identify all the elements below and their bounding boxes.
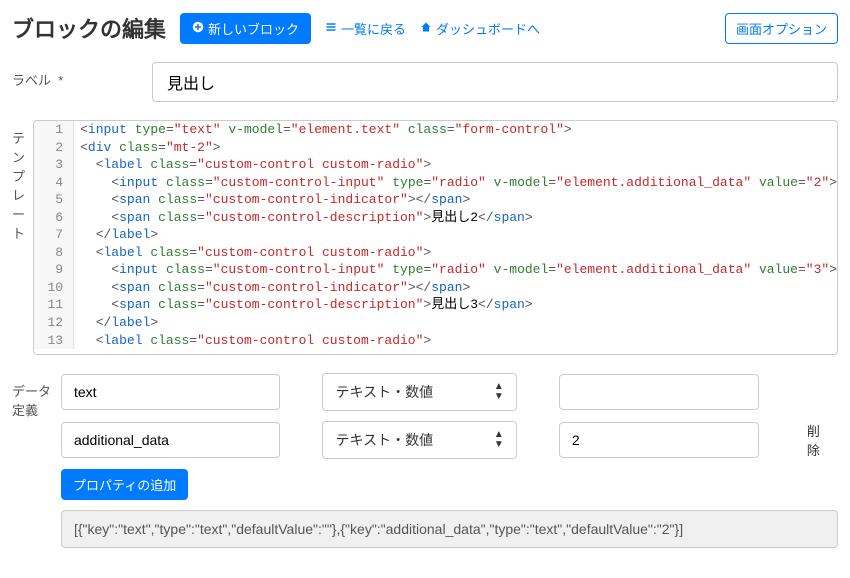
new-block-button[interactable]: 新しいブロック [180, 13, 311, 44]
code-content: </label> [74, 226, 158, 244]
gutter-number: 7 [34, 226, 74, 244]
code-line: 7 </label> [34, 226, 837, 244]
topbar: ブロックの編集 新しいブロック 一覧に戻る ダッシュボードへ 画面オプション [12, 12, 838, 44]
to-dashboard-link[interactable]: ダッシュボードへ [420, 19, 540, 38]
list-icon [325, 21, 337, 36]
data-def-row: データ定義 テキスト・数値▲▼削除テキスト・数値▲▼削除 プロパティの追加 [{… [12, 373, 838, 548]
code-line: 5 <span class="custom-control-indicator"… [34, 191, 837, 209]
to-dashboard-label: ダッシュボードへ [436, 19, 540, 38]
data-type-select[interactable]: テキスト・数値 ▲▼ [322, 373, 516, 411]
template-editor[interactable]: 1<input type="text" v-model="element.tex… [33, 120, 838, 355]
data-key-input[interactable] [61, 422, 281, 458]
gutter-number: 11 [34, 296, 74, 314]
back-to-list-label: 一覧に戻る [341, 19, 406, 38]
home-icon [420, 21, 432, 36]
gutter-number: 10 [34, 279, 74, 297]
select-value: テキスト・数値 [335, 430, 433, 450]
plus-icon [192, 21, 204, 36]
gutter-number: 8 [34, 244, 74, 262]
required-mark: * [58, 73, 63, 88]
code-content: <label class="custom-control custom-radi… [74, 244, 431, 262]
code-line: 6 <span class="custom-control-descriptio… [34, 209, 837, 227]
code-line: 10 <span class="custom-control-indicator… [34, 279, 837, 297]
screen-options-button[interactable]: 画面オプション [725, 13, 838, 44]
gutter-number: 5 [34, 191, 74, 209]
data-defs-list: テキスト・数値▲▼削除テキスト・数値▲▼削除 [61, 373, 838, 459]
code-content: <input class="custom-control-input" type… [74, 174, 837, 192]
code-line: 13 <label class="custom-control custom-r… [34, 332, 837, 350]
label-text: ラベル [12, 73, 51, 88]
gutter-number: 13 [34, 332, 74, 350]
chevron-updown-icon: ▲▼ [494, 382, 504, 402]
data-key-input[interactable] [61, 374, 281, 410]
data-def-row: テキスト・数値▲▼削除 [61, 373, 838, 411]
code-line: 9 <input class="custom-control-input" ty… [34, 261, 837, 279]
data-type-select[interactable]: テキスト・数値 ▲▼ [322, 421, 516, 459]
data-value-input[interactable] [559, 422, 759, 458]
code-content: <label class="custom-control custom-radi… [74, 332, 431, 350]
code-content: <span class="custom-control-indicator"><… [74, 279, 470, 297]
gutter-number: 2 [34, 139, 74, 157]
label-input[interactable] [152, 62, 838, 102]
add-property-button[interactable]: プロパティの追加 [61, 469, 188, 500]
page-title: ブロックの編集 [12, 12, 166, 44]
code-line: 3 <label class="custom-control custom-ra… [34, 156, 837, 174]
code-line: 4 <input class="custom-control-input" ty… [34, 174, 837, 192]
gutter-number: 6 [34, 209, 74, 227]
data-def-field-label: データ定義 [12, 373, 61, 419]
gutter-number: 9 [34, 261, 74, 279]
gutter-number: 12 [34, 314, 74, 332]
back-to-list-link[interactable]: 一覧に戻る [325, 19, 406, 38]
template-row: テンプレート 1<input type="text" v-model="elem… [12, 120, 838, 355]
code-content: <div class="mt-2"> [74, 139, 220, 157]
template-field-label: テンプレート [12, 120, 33, 242]
code-line: 8 <label class="custom-control custom-ra… [34, 244, 837, 262]
new-block-label: 新しいブロック [208, 19, 299, 38]
select-value: テキスト・数値 [335, 382, 433, 402]
data-value-input[interactable] [559, 374, 759, 410]
code-content: <span class="custom-control-description"… [74, 209, 533, 227]
code-content: </label> [74, 314, 158, 332]
code-content: <span class="custom-control-indicator"><… [74, 191, 470, 209]
code-line: 1<input type="text" v-model="element.tex… [34, 121, 837, 139]
code-content: <label class="custom-control custom-radi… [74, 156, 431, 174]
code-content: <input class="custom-control-input" type… [74, 261, 837, 279]
chevron-updown-icon: ▲▼ [494, 430, 504, 450]
gutter-number: 3 [34, 156, 74, 174]
code-line: 12 </label> [34, 314, 837, 332]
code-line: 2<div class="mt-2"> [34, 139, 837, 157]
label-field-label: ラベル * [12, 62, 152, 89]
gutter-number: 1 [34, 121, 74, 139]
code-content: <span class="custom-control-description"… [74, 296, 533, 314]
delete-row-button[interactable]: 削除 [801, 421, 838, 459]
code-content: <input type="text" v-model="element.text… [74, 121, 572, 139]
label-row: ラベル * [12, 62, 838, 102]
data-def-row: テキスト・数値 ▲▼ 削除 [61, 421, 838, 459]
code-line: 11 <span class="custom-control-descripti… [34, 296, 837, 314]
gutter-number: 4 [34, 174, 74, 192]
